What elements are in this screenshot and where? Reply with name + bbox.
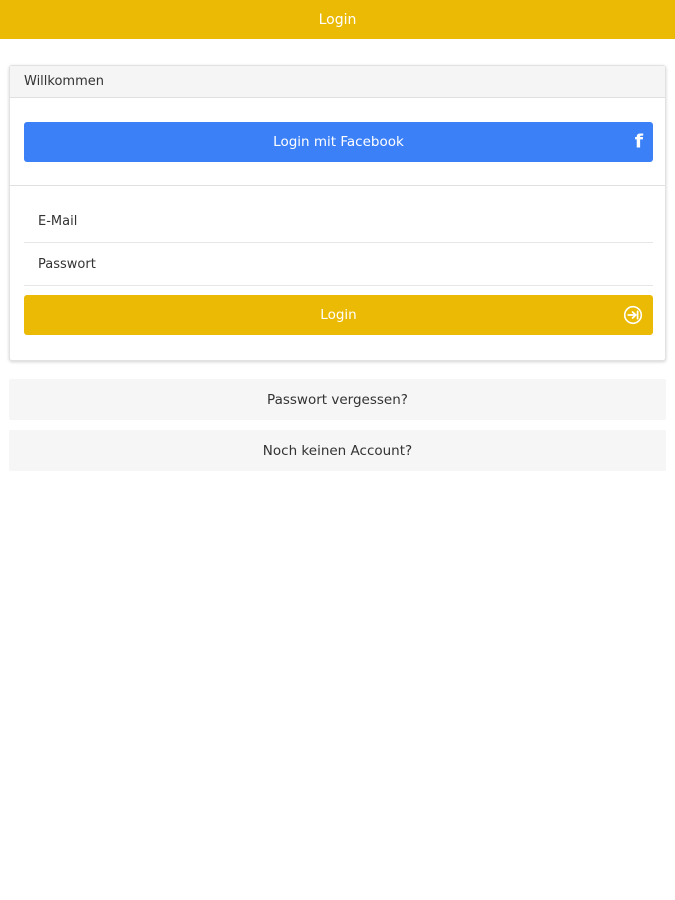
password-field[interactable] [24,243,653,285]
email-field[interactable] [24,200,653,242]
sign-in-icon [623,305,643,325]
email-field-row [24,200,653,243]
login-button-label: Login [320,307,357,323]
register-label: Noch keinen Account? [262,442,413,459]
divider [10,185,665,186]
facebook-login-label: Login mit Facebook [273,134,404,150]
facebook-login-button[interactable]: Login mit Facebook f [24,122,653,162]
forgot-password-button[interactable]: Passwort vergessen? [9,379,666,420]
page-title: Login [318,11,357,28]
login-card: Willkommen Login mit Facebook f Login [9,65,666,361]
card-header: Willkommen [10,66,665,98]
register-button[interactable]: Noch keinen Account? [9,430,666,471]
top-bar: Login [0,0,675,39]
card-title: Willkommen [24,74,104,89]
login-button[interactable]: Login [24,295,653,335]
forgot-password-label: Passwort vergessen? [267,391,408,408]
password-field-row [24,243,653,286]
facebook-icon: f [634,130,643,153]
